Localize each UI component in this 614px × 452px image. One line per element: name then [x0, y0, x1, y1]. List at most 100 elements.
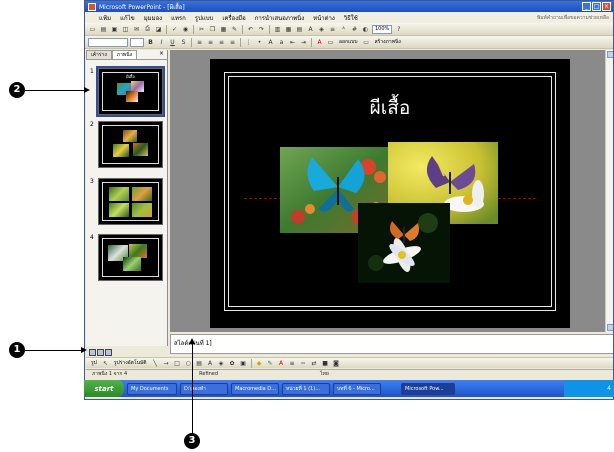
task-my-documents[interactable]: My Documents — [127, 382, 177, 395]
task-folder[interactable]: D:\ลองทำ — [180, 382, 228, 395]
menu-tools[interactable]: เครื่องมือ — [222, 13, 245, 23]
slide-thumbnail-2[interactable] — [98, 121, 163, 168]
rectangle-icon[interactable]: □ — [173, 359, 182, 368]
font-size-select[interactable] — [130, 37, 144, 47]
italic-button[interactable]: I — [157, 38, 166, 47]
close-pane-icon[interactable]: × — [159, 50, 164, 57]
scroll-up-arrow[interactable] — [607, 51, 613, 58]
arrow-style-icon[interactable]: ⇄ — [310, 359, 319, 368]
select-objects-icon[interactable]: ↖ — [101, 359, 110, 368]
research-icon[interactable]: ◉ — [181, 25, 190, 34]
picture-icon[interactable]: ▣ — [239, 359, 248, 368]
redo-icon[interactable]: ↷ — [257, 25, 266, 34]
slide-title[interactable]: ผีเสื้อ — [210, 93, 570, 123]
save-icon[interactable]: ▣ — [110, 25, 119, 34]
font-select[interactable] — [88, 37, 128, 47]
slide-thumbnail-1[interactable]: ผีเสื้อ — [96, 66, 165, 117]
menu-help[interactable]: วิธีใช้ — [344, 13, 358, 23]
bold-button[interactable]: B — [146, 38, 155, 47]
task-document-1[interactable]: หน่วยที่ 1 (1)... — [282, 382, 330, 395]
line-icon[interactable]: ╲ — [151, 359, 160, 368]
paste-icon[interactable]: ▦ — [219, 25, 228, 34]
expand-all-icon[interactable]: ≡ — [328, 25, 337, 34]
line-style-icon[interactable]: ≡ — [288, 359, 297, 368]
task-powerpoint[interactable]: Microsoft Pow... — [401, 382, 455, 395]
increase-font-icon[interactable]: A — [266, 38, 275, 47]
email-icon[interactable]: ✉ — [132, 25, 141, 34]
dash-style-icon[interactable]: ┅ — [299, 359, 308, 368]
zoom-select[interactable]: 100% — [372, 24, 393, 34]
design-button[interactable]: ออกแบบ — [337, 38, 360, 46]
insert-chart-icon[interactable]: ▥ — [273, 25, 282, 34]
help-search-box[interactable]: พิมพ์คำถามเพื่อขอความช่วยเหลือ — [537, 14, 609, 22]
fill-color-icon[interactable]: ◆ — [255, 359, 264, 368]
help-icon[interactable]: ? — [394, 25, 403, 34]
numbering-icon[interactable]: ⋮ — [244, 38, 253, 47]
diagram-icon[interactable]: ◈ — [217, 359, 226, 368]
minimize-button[interactable]: _ — [582, 2, 591, 11]
align-left-icon[interactable]: ≡ — [195, 38, 204, 47]
color-grayscale-icon[interactable]: ◐ — [361, 25, 370, 34]
align-right-icon[interactable]: ≡ — [217, 38, 226, 47]
permission-icon[interactable]: ◫ — [121, 25, 130, 34]
design-icon[interactable]: ▭ — [326, 38, 335, 47]
tables-borders-icon[interactable]: ▤ — [295, 25, 304, 34]
align-center-icon[interactable]: ≡ — [206, 38, 215, 47]
slide-sorter-view-icon[interactable] — [97, 349, 104, 356]
new-slide-button[interactable]: สร้างภาพนิ่ง — [373, 38, 403, 46]
font-color-draw-icon[interactable]: A — [277, 359, 286, 368]
show-formatting-icon[interactable]: ᴬ — [339, 25, 348, 34]
print-icon[interactable]: ⎙ — [143, 25, 152, 34]
copy-icon[interactable]: ❐ — [208, 25, 217, 34]
tab-slides[interactable]: ภาพนิ่ง — [111, 50, 138, 59]
vertical-scrollbar[interactable] — [605, 50, 613, 332]
shadow-style-icon[interactable]: ■ — [321, 359, 330, 368]
insert-table-icon[interactable]: ▦ — [284, 25, 293, 34]
cut-icon[interactable]: ✂ — [197, 25, 206, 34]
textbox-icon[interactable]: ▤ — [195, 359, 204, 368]
spelling-icon[interactable]: ✓ — [170, 25, 179, 34]
open-icon[interactable]: ▤ — [99, 25, 108, 34]
draw-menu-button[interactable]: รูป — [89, 359, 99, 367]
decrease-indent-icon[interactable]: ⇤ — [288, 38, 297, 47]
arrow-tool-icon[interactable]: → — [162, 359, 171, 368]
grid-icon[interactable]: # — [350, 25, 359, 34]
print-preview-icon[interactable]: ◪ — [154, 25, 163, 34]
tab-outline[interactable]: เค้าร่าง — [86, 50, 112, 59]
menu-insert[interactable]: แทรก — [171, 13, 186, 23]
slide-thumbnail-4[interactable] — [98, 234, 163, 281]
clipart-icon[interactable]: ✿ — [228, 359, 237, 368]
menu-slideshow[interactable]: การนำเสนอภาพนิ่ง — [255, 13, 304, 23]
menu-edit[interactable]: แก้ไข — [120, 13, 135, 23]
title-bar[interactable]: Microsoft PowerPoint - [ผีเสื้อ] _ □ × — [85, 1, 613, 12]
shadow-button[interactable]: S — [179, 38, 188, 47]
butterfly-photo-dark[interactable] — [358, 203, 450, 283]
undo-icon[interactable]: ↶ — [246, 25, 255, 34]
insert-diagram-icon[interactable]: ◈ — [317, 25, 326, 34]
menu-window[interactable]: หน้าต่าง — [313, 13, 335, 23]
bullets-icon[interactable]: • — [255, 38, 264, 47]
clock[interactable]: 4 — [607, 385, 611, 392]
decrease-font-icon[interactable]: a — [277, 38, 286, 47]
current-slide[interactable]: ผีเสื้อ — [210, 59, 570, 328]
autoshapes-button[interactable]: รูปร่างอัตโนมัติ — [112, 359, 149, 367]
notes-pane[interactable]: สไลด์แผ่นที่ 1] — [170, 334, 613, 354]
line-color-icon[interactable]: ✎ — [266, 359, 275, 368]
menu-file[interactable]: แฟ้ม — [99, 13, 111, 23]
distributed-icon[interactable]: ≡ — [228, 38, 237, 47]
task-macromedia[interactable]: Macromedia D... — [231, 382, 279, 395]
underline-button[interactable]: U — [168, 38, 177, 47]
new-icon[interactable]: ▭ — [88, 25, 97, 34]
slideshow-view-icon[interactable] — [105, 349, 112, 356]
start-button[interactable]: start — [84, 380, 124, 397]
maximize-button[interactable]: □ — [592, 2, 601, 11]
wordart-icon[interactable]: A — [206, 359, 215, 368]
menu-view[interactable]: มุมมอง — [144, 13, 162, 23]
slide-thumbnail-3[interactable] — [98, 178, 163, 225]
increase-indent-icon[interactable]: ⇥ — [299, 38, 308, 47]
format-painter-icon[interactable]: ✎ — [230, 25, 239, 34]
scroll-down-arrow[interactable] — [607, 324, 613, 331]
close-button[interactable]: × — [602, 2, 611, 11]
menu-format[interactable]: รูปแบบ — [195, 13, 214, 23]
font-color-icon[interactable]: A — [315, 38, 324, 47]
